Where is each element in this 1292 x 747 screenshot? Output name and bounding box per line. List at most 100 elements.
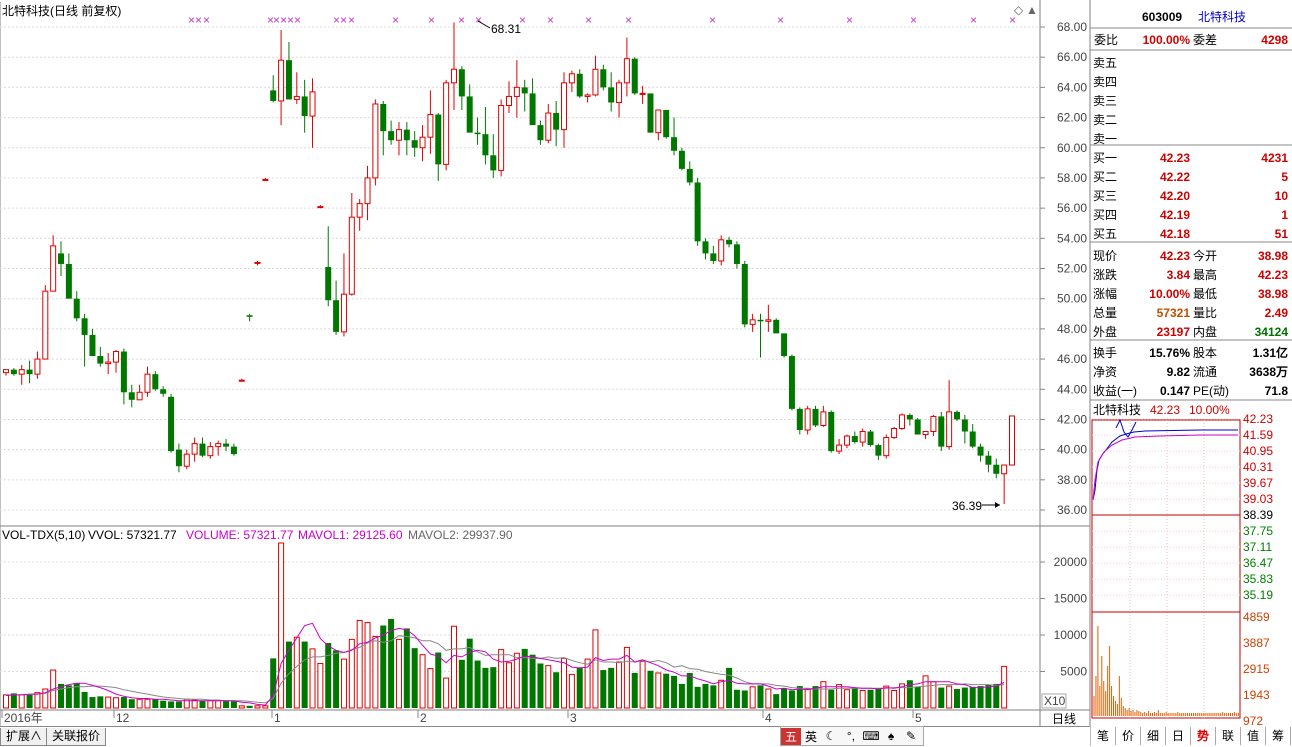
price-tick-label: 40.00 (1057, 443, 1087, 457)
volume-bar (120, 697, 127, 708)
candle (1009, 415, 1015, 466)
event-marker[interactable]: × (195, 13, 202, 27)
volume-bar (498, 649, 505, 709)
volume-bar (600, 670, 607, 708)
shirt-icon[interactable]: ♠ (881, 729, 901, 743)
bid-price: 42.19 (1160, 208, 1190, 222)
stat-label: 总量 (1093, 306, 1117, 320)
high-price-label: 68.31 (491, 22, 521, 36)
diamond-icon[interactable]: ◇ (1014, 3, 1024, 17)
event-marker[interactable]: × (970, 13, 977, 27)
event-marker[interactable]: × (287, 13, 294, 27)
event-marker[interactable]: × (547, 13, 554, 27)
mini-price-tick: 41.59 (1243, 428, 1273, 442)
side-tab[interactable]: 值 (1241, 727, 1266, 745)
event-marker[interactable]: × (392, 13, 399, 27)
mini-vol-tick: 2915 (1243, 662, 1270, 676)
scroll-up-icon[interactable]: ▲ (1026, 3, 1038, 17)
weibi-value: 100.00% (1143, 33, 1191, 47)
event-marker[interactable]: × (348, 13, 355, 27)
volume-bar (631, 672, 638, 708)
volume-bar (914, 686, 921, 708)
mini-vol-tick: 3887 (1243, 636, 1270, 650)
side-tab[interactable]: 价 (1116, 727, 1141, 745)
event-marker[interactable]: × (333, 13, 340, 27)
side-tab[interactable]: 日 (1166, 727, 1191, 745)
side-tab[interactable]: 联 (1216, 727, 1241, 745)
keyboard-icon[interactable]: ⌨ (861, 729, 881, 743)
price-tick-label: 48.00 (1057, 322, 1087, 336)
volume-bar (380, 625, 387, 708)
dots-icon[interactable]: °, (841, 729, 861, 743)
moon-icon[interactable]: ☾ (821, 729, 841, 743)
ime-wubi-icon[interactable]: 五 (781, 727, 801, 745)
stock-name[interactable]: 北特科技 (1198, 9, 1246, 24)
candle (372, 99, 379, 186)
event-marker[interactable]: × (709, 13, 716, 27)
tab-related-quotes[interactable]: 关联报价 (46, 728, 107, 746)
candle (938, 411, 945, 452)
volume-bar (427, 668, 434, 709)
volume-bar (726, 667, 733, 708)
event-marker[interactable]: × (458, 13, 465, 27)
candle (168, 393, 175, 453)
event-marker[interactable]: × (910, 13, 917, 27)
event-marker[interactable]: × (585, 13, 592, 27)
volume-bar (223, 700, 230, 708)
vol-tick-label: 15000 (1054, 592, 1088, 606)
candle (788, 354, 795, 411)
price-tick-label: 46.00 (1057, 352, 1087, 366)
candle (867, 430, 874, 447)
event-marker[interactable]: × (846, 13, 853, 27)
volume-bar (741, 690, 748, 708)
event-marker[interactable]: × (428, 13, 435, 27)
volume-bar (254, 705, 261, 709)
volume-bar (961, 687, 968, 708)
price-tick-label: 50.00 (1057, 292, 1087, 306)
fundamental-label: 流通 (1193, 365, 1217, 379)
volume-bar (1001, 665, 1008, 709)
low-price-label: 36.39 (952, 499, 982, 513)
event-marker[interactable]: × (777, 13, 784, 27)
event-marker[interactable]: × (475, 13, 482, 27)
event-marker[interactable]: × (625, 13, 632, 27)
mini-price-tick: 38.39 (1243, 508, 1273, 522)
volume-bar (395, 638, 402, 709)
stat-value: 38.98 (1258, 249, 1288, 263)
side-tab[interactable]: 细 (1141, 727, 1166, 745)
volume-bar (757, 685, 764, 708)
mini-price-tick: 42.23 (1243, 412, 1273, 426)
event-marker[interactable]: × (294, 13, 301, 27)
mini-price-tick: 39.67 (1243, 476, 1273, 490)
ime-toolbar[interactable]: 五 英 ☾ °, ⌨ ♠ ✎ (780, 726, 924, 746)
event-marker[interactable]: × (340, 13, 347, 27)
event-marker[interactable]: × (280, 13, 287, 27)
volume-bar (993, 683, 1000, 708)
mini-price: 42.23 (1150, 403, 1180, 417)
wrench-icon[interactable]: ✎ (901, 729, 921, 743)
side-tab[interactable]: 筹 (1266, 727, 1291, 745)
side-tab[interactable]: 笔 (1091, 727, 1116, 745)
volume-bar (671, 675, 678, 708)
ime-english-label[interactable]: 英 (801, 728, 821, 745)
period-label[interactable]: 日线 (1052, 712, 1076, 726)
stat-value: 34124 (1255, 325, 1289, 339)
volume-bar (490, 667, 497, 708)
price-tick-label: 60.00 (1057, 141, 1087, 155)
bid-volume: 10 (1275, 189, 1289, 203)
price-tick-label: 56.00 (1057, 201, 1087, 215)
price-tick-label: 42.00 (1057, 412, 1087, 426)
side-tab[interactable]: 势 (1191, 727, 1216, 745)
tab-expand[interactable]: 扩展∧ (0, 728, 49, 746)
volume-bar (18, 694, 25, 709)
volume-bar (89, 697, 96, 708)
mini-name: 北特科技 (1093, 402, 1141, 417)
price-tick-label: 36.00 (1057, 503, 1087, 517)
event-marker[interactable]: × (273, 13, 280, 27)
volume-bar (482, 667, 489, 708)
candle (953, 410, 960, 421)
stat-label: 涨跌 (1093, 267, 1117, 282)
volume-bar (922, 675, 929, 709)
event-marker[interactable]: × (188, 13, 195, 27)
event-marker[interactable]: × (203, 13, 210, 27)
